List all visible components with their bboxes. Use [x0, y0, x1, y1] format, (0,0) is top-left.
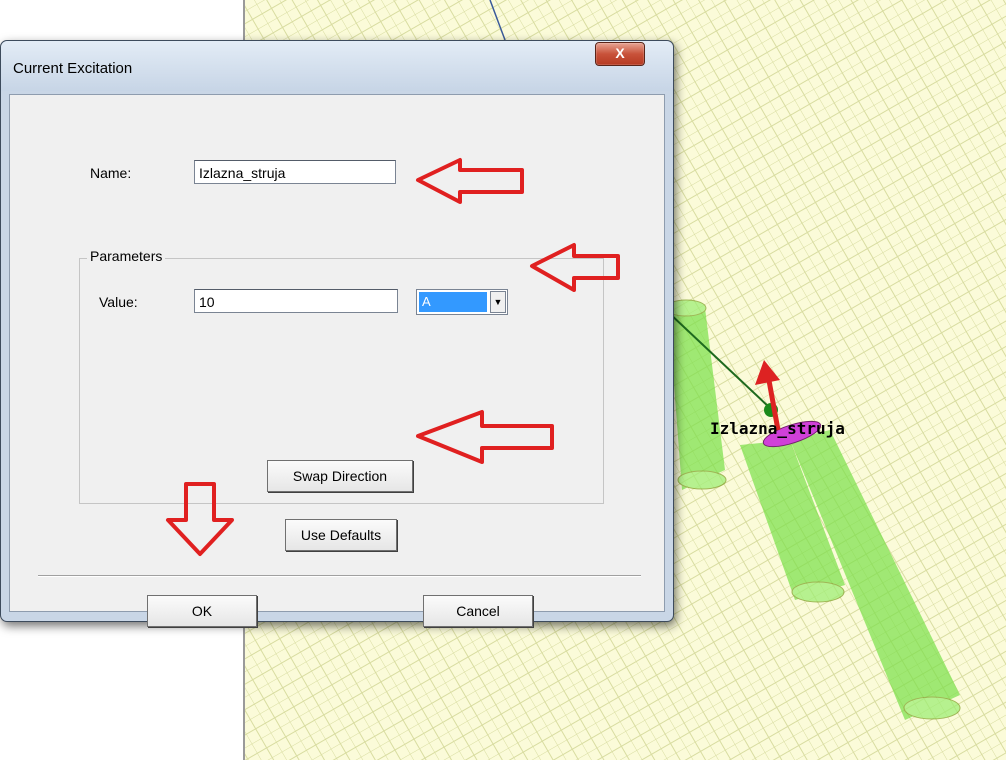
name-label: Name: — [90, 165, 132, 181]
close-button[interactable]: X — [595, 42, 645, 66]
cancel-button[interactable]: Cancel — [423, 595, 533, 627]
name-field[interactable]: Izlazna_struja — [194, 160, 396, 184]
swap-direction-button[interactable]: Swap Direction — [267, 460, 413, 492]
dialog-titlebar[interactable]: Current Excitation X — [1, 41, 673, 91]
parameters-group-label: Parameters — [87, 248, 166, 264]
unit-selected-value: A — [419, 292, 487, 312]
close-icon: X — [615, 45, 625, 61]
unit-dropdown[interactable]: A ▼ — [416, 289, 508, 315]
value-field[interactable]: 10 — [194, 289, 398, 313]
ok-button[interactable]: OK — [147, 595, 257, 627]
port-annotation: Izlazna_struja — [710, 419, 845, 438]
current-excitation-dialog: Current Excitation X Name: Izlazna_struj… — [0, 40, 674, 627]
dropdown-arrow-icon[interactable]: ▼ — [490, 291, 506, 313]
dialog-client-area: Name: Izlazna_struja Parameters Value: 1… — [9, 94, 665, 627]
button-separator — [38, 575, 641, 577]
use-defaults-button[interactable]: Use Defaults — [285, 519, 397, 551]
dialog-title: Current Excitation — [13, 60, 133, 77]
value-label: Value: — [99, 294, 138, 310]
